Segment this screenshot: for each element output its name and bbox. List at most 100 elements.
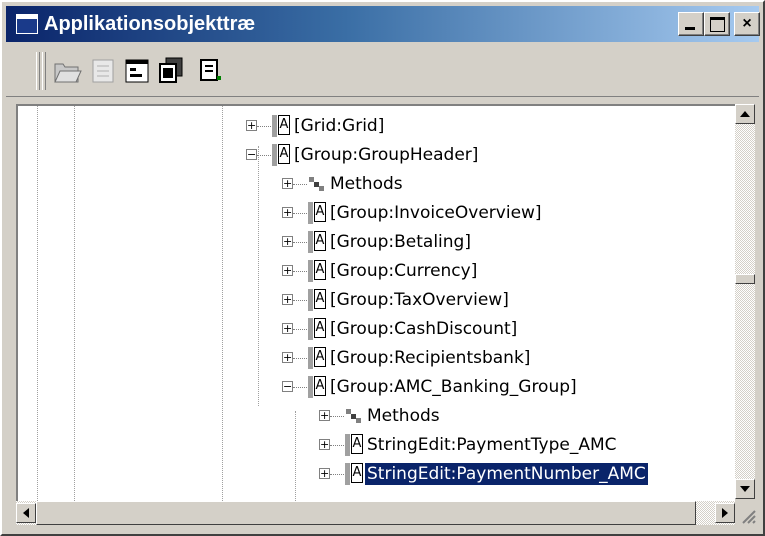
maximize-icon	[710, 17, 725, 32]
scroll-up-button[interactable]	[735, 104, 755, 124]
object-icon-glyph: A	[314, 231, 326, 251]
minimize-button[interactable]	[678, 12, 704, 36]
object-icon-glyph: A	[314, 260, 326, 280]
object-icon-glyph: A	[278, 144, 290, 164]
horizontal-scrollbar[interactable]	[16, 501, 735, 525]
object-icon: A	[308, 231, 326, 253]
expand-icon[interactable]: +	[282, 352, 293, 363]
arrow-left-icon	[23, 508, 29, 518]
tree-connector	[293, 358, 307, 359]
resize-grip[interactable]	[737, 503, 757, 525]
expand-icon[interactable]: +	[319, 439, 330, 450]
expand-icon[interactable]: +	[282, 323, 293, 334]
object-icon-glyph: A	[351, 463, 363, 483]
paste-button[interactable]	[196, 54, 226, 86]
object-icon: A	[272, 115, 290, 137]
new-item-icon	[92, 59, 114, 83]
tree-node-label[interactable]: Methods	[328, 173, 405, 195]
tree-connector	[257, 155, 271, 156]
object-icon-glyph: A	[314, 347, 326, 367]
title-bar[interactable]: Applikationsobjekttræ ×	[6, 6, 760, 42]
tree-connector	[257, 126, 271, 127]
object-icon: A	[308, 376, 326, 398]
tree-node-label[interactable]: [Group:Currency]	[328, 260, 479, 282]
tree-node-label[interactable]: [Grid:Grid]	[292, 115, 386, 137]
copy-icon	[159, 57, 183, 83]
vertical-scroll-thumb[interactable]	[735, 274, 755, 284]
tree-connector	[293, 184, 307, 185]
methods-icon	[308, 176, 326, 192]
object-icon-bar	[308, 202, 313, 224]
expand-icon[interactable]: +	[246, 120, 257, 131]
paste-icon	[200, 59, 221, 81]
expand-icon[interactable]: +	[282, 236, 293, 247]
object-icon-bar	[272, 115, 277, 137]
expand-icon[interactable]: +	[319, 468, 330, 479]
maximize-button[interactable]	[704, 12, 730, 36]
minimize-icon	[685, 27, 695, 30]
expand-icon[interactable]: +	[282, 178, 293, 189]
object-icon-glyph: A	[314, 289, 326, 309]
open-button[interactable]	[52, 54, 82, 86]
tree-node-label[interactable]: [Group:Betaling]	[328, 231, 473, 253]
tree-connector	[330, 474, 344, 475]
copy-button[interactable]	[156, 54, 186, 86]
app-window: Applikationsobjekttræ × + A [Grid:Grid] …	[0, 0, 765, 536]
object-icon-bar	[345, 434, 350, 456]
tree-node-label[interactable]: [Group:CashDiscount]	[328, 318, 519, 340]
new-item-button[interactable]	[88, 54, 118, 86]
object-tree[interactable]: + A [Grid:Grid] − A [Group:GroupHeader] + Metho…	[16, 104, 735, 501]
expand-icon[interactable]: +	[282, 207, 293, 218]
collapse-icon[interactable]: −	[282, 381, 293, 392]
object-icon-bar	[308, 289, 313, 311]
tree-node-label[interactable]: [Group:InvoiceOverview]	[328, 202, 544, 224]
object-icon-bar	[308, 260, 313, 282]
toolbar-grip[interactable]	[36, 52, 40, 90]
tree-connector	[293, 242, 307, 243]
expand-icon[interactable]: +	[319, 410, 330, 421]
object-icon: A	[308, 260, 326, 282]
arrow-up-icon	[740, 111, 750, 117]
tree-node-label[interactable]: [Group:Recipientsbank]	[328, 347, 532, 369]
scroll-down-button[interactable]	[735, 479, 755, 499]
tree-guide-line	[74, 106, 75, 501]
horizontal-scroll-thumb[interactable]	[36, 501, 696, 525]
tree-node-label[interactable]: Methods	[365, 405, 442, 427]
tree-connector	[293, 300, 307, 301]
arrow-right-icon	[722, 508, 728, 518]
tree-node-label[interactable]: StringEdit:PaymentType_AMC	[365, 434, 619, 456]
scroll-left-button[interactable]	[16, 503, 36, 523]
tree-guide-line	[295, 411, 296, 501]
tree-node-label-selected[interactable]: StringEdit:PaymentNumber_AMC	[364, 462, 649, 486]
tree-connector	[293, 271, 307, 272]
object-icon: A	[308, 202, 326, 224]
tree-node-label[interactable]: [Group:GroupHeader]	[292, 144, 480, 166]
object-icon-glyph: A	[314, 318, 326, 338]
close-button[interactable]: ×	[734, 12, 760, 36]
object-icon: A	[345, 463, 363, 485]
resize-grip-icon	[742, 510, 756, 524]
object-icon-bar	[308, 318, 313, 340]
expand-icon[interactable]: +	[282, 265, 293, 276]
tree-connector	[293, 387, 307, 388]
arrow-down-icon	[740, 486, 750, 492]
toolbar-grip[interactable]	[42, 52, 46, 90]
object-icon: A	[308, 318, 326, 340]
window-title: Applikationsobjekttræ	[44, 13, 256, 35]
collapse-icon[interactable]: −	[246, 149, 257, 160]
object-icon-glyph: A	[314, 376, 326, 396]
object-icon-bar	[308, 376, 313, 398]
properties-button[interactable]	[122, 54, 152, 86]
tree-node-label[interactable]: [Group:AMC_Banking_Group]	[328, 376, 579, 398]
tree-node-label[interactable]: [Group:TaxOverview]	[328, 289, 511, 311]
scroll-right-button[interactable]	[715, 503, 735, 523]
window-icon	[16, 14, 38, 34]
expand-icon[interactable]: +	[282, 294, 293, 305]
methods-icon	[345, 408, 363, 424]
tree-connector	[293, 213, 307, 214]
object-icon-bar	[308, 347, 313, 369]
tree-guide-line	[37, 106, 38, 501]
tree-guide-line	[258, 146, 259, 406]
vertical-scrollbar[interactable]	[735, 104, 755, 499]
properties-icon	[125, 59, 149, 83]
